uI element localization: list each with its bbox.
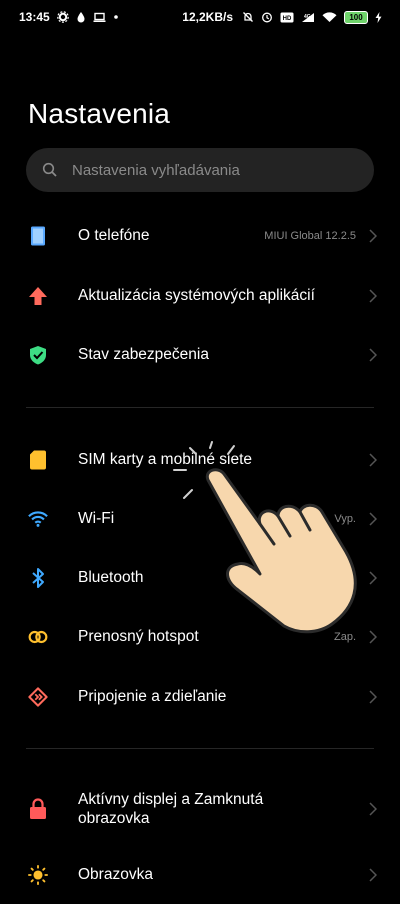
- network-speed: 12,2KB/s: [182, 10, 233, 24]
- alarm-icon: [261, 11, 273, 23]
- settings-item-label: Prenosný hotspot: [78, 628, 199, 645]
- section-divider: [26, 407, 374, 408]
- settings-item-label: Stav zabezpečenia: [78, 346, 209, 363]
- shield-check-icon: [28, 345, 48, 365]
- update-arrow-icon: [28, 286, 48, 306]
- search-placeholder: Nastavenia vyhľadávania: [72, 161, 240, 179]
- settings-item-security-status[interactable]: Stav zabezpečenia: [0, 326, 400, 384]
- chevron-right-icon: [368, 868, 378, 882]
- settings-item-hotspot[interactable]: Prenosný hotspot Zap.: [0, 608, 400, 666]
- wifi-icon: [28, 509, 48, 529]
- drop-icon: [76, 11, 86, 23]
- chevron-right-icon: [368, 289, 378, 303]
- clock: 13:45: [19, 10, 50, 24]
- settings-item-label-line2: obrazovka: [78, 810, 150, 827]
- chevron-right-icon: [368, 512, 378, 526]
- status-right: 12,2KB/s HD 4G 100: [182, 10, 382, 24]
- settings-item-label: SIM karty a mobilné siete: [78, 451, 253, 468]
- settings-item-system-app-updates[interactable]: Aktualizácia systémových aplikácií: [0, 267, 400, 325]
- brightness-icon: [28, 865, 48, 885]
- settings-item-value: MIUI Global 12.2.5: [264, 230, 356, 242]
- search-input[interactable]: Nastavenia vyhľadávania: [26, 148, 374, 192]
- volte-icon: HD: [280, 12, 294, 23]
- gear-icon: [56, 11, 69, 23]
- connection-share-icon: [28, 687, 48, 707]
- settings-item-label: O telefóne: [78, 227, 150, 244]
- settings-item-lock-screen[interactable]: Aktívny displej a Zamknutá obrazovka: [0, 780, 400, 838]
- battery-icon: 100: [344, 10, 368, 24]
- status-left: 13:45: [19, 10, 119, 24]
- laptop-icon: [93, 12, 106, 23]
- charging-icon: [375, 11, 382, 23]
- settings-item-wifi[interactable]: Wi-Fi Vyp.: [0, 490, 400, 548]
- search-icon: [42, 162, 58, 178]
- chevron-right-icon: [368, 690, 378, 704]
- settings-item-label: Pripojenie a zdieľanie: [78, 688, 227, 705]
- settings-item-label: Obrazovka: [78, 866, 153, 883]
- dot-icon: [113, 14, 119, 20]
- settings-item-label: Aktívny displej a Zamknutá: [78, 791, 264, 808]
- chevron-right-icon: [368, 630, 378, 644]
- page-title: Nastavenia: [28, 98, 171, 129]
- mute-bell-icon: [242, 11, 254, 23]
- chevron-right-icon: [368, 348, 378, 362]
- settings-item-label: Bluetooth: [78, 569, 144, 586]
- chevron-right-icon: [368, 229, 378, 243]
- settings-item-connection-sharing[interactable]: Pripojenie a zdieľanie: [0, 668, 400, 726]
- hotspot-icon: [28, 627, 48, 647]
- chevron-right-icon: [368, 453, 378, 467]
- settings-item-value: Vyp.: [334, 513, 356, 525]
- wifi-icon: [322, 11, 337, 23]
- settings-item-about-phone[interactable]: O telefóne MIUI Global 12.2.5: [0, 207, 400, 265]
- settings-item-display[interactable]: Obrazovka: [0, 846, 400, 904]
- sim-card-icon: [28, 450, 48, 470]
- settings-item-sim-cards[interactable]: SIM karty a mobilné siete: [0, 431, 400, 489]
- phone-info-icon: [28, 226, 48, 246]
- lock-icon: [28, 798, 48, 819]
- status-bar: 13:45 12,2KB/s HD 4G 100: [0, 0, 400, 34]
- section-divider: [26, 748, 374, 749]
- settings-item-bluetooth[interactable]: Bluetooth: [0, 549, 400, 607]
- settings-item-label: Wi-Fi: [78, 510, 115, 527]
- svg-text:4G: 4G: [304, 14, 311, 20]
- signal-icon: 4G: [301, 12, 315, 23]
- svg-text:HD: HD: [283, 16, 292, 22]
- settings-item-label: Aktualizácia systémových aplikácií: [78, 287, 315, 304]
- settings-item-value: Zap.: [333, 631, 356, 643]
- chevron-right-icon: [368, 571, 378, 585]
- chevron-right-icon: [368, 802, 378, 816]
- bluetooth-icon: [28, 568, 48, 588]
